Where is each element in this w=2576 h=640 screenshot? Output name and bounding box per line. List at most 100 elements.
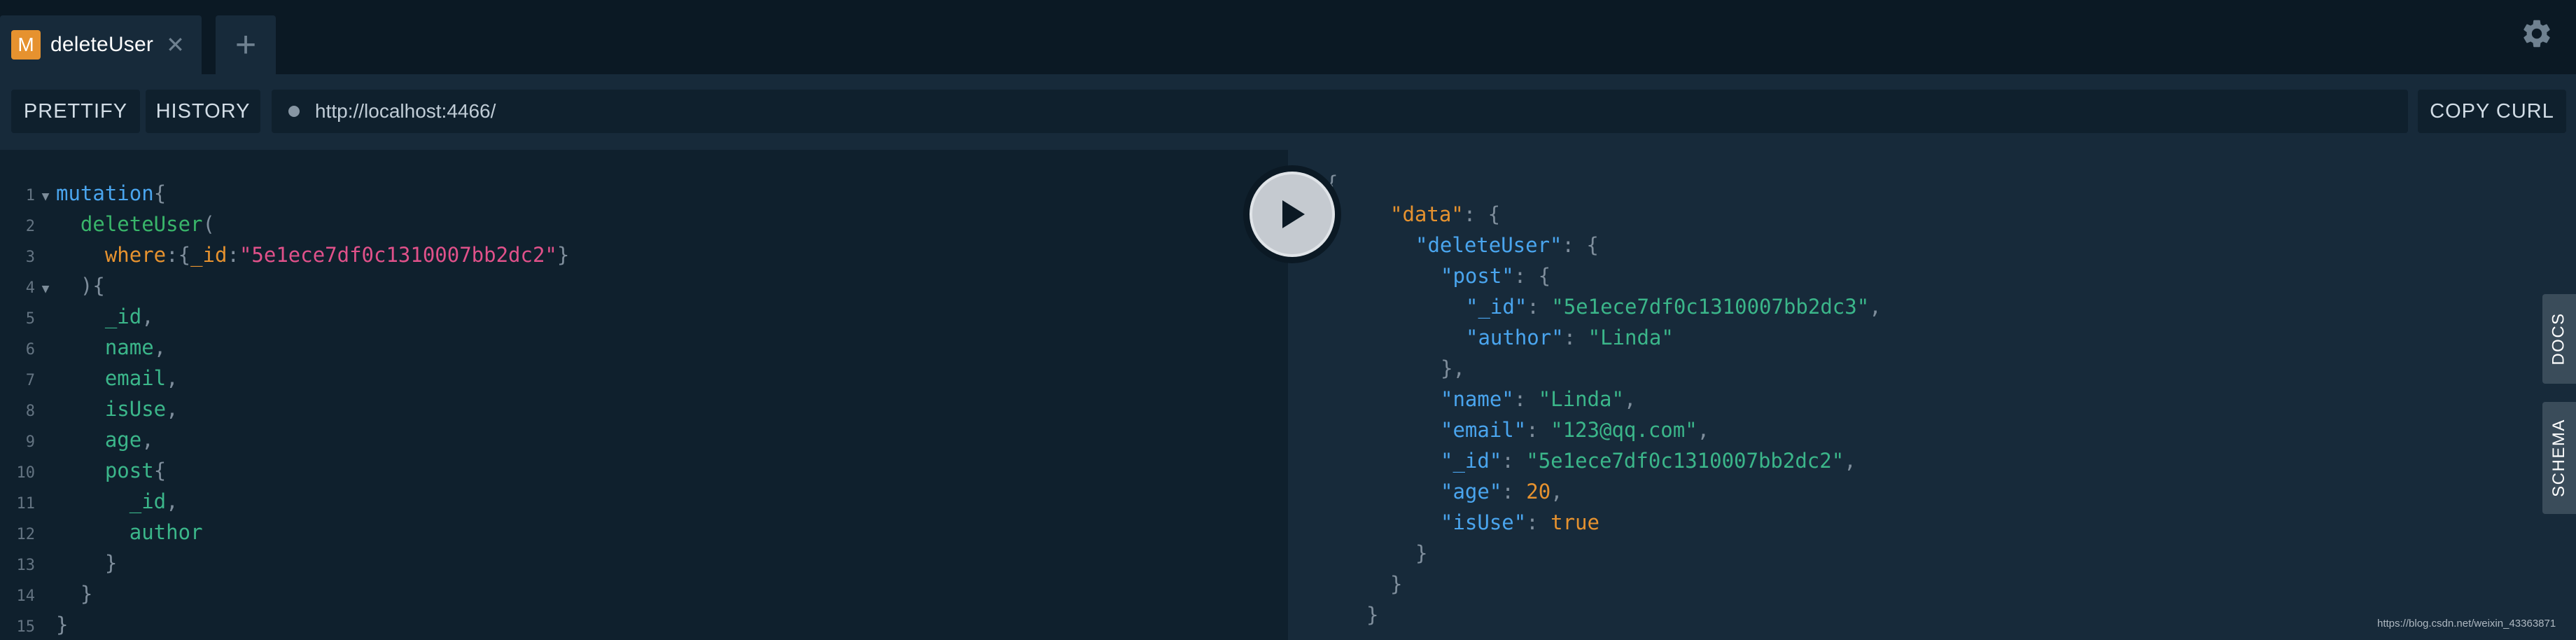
schema-tab[interactable]: SCHEMA xyxy=(2542,402,2576,514)
json-token: : xyxy=(1502,480,1527,503)
copy-curl-button[interactable]: COPY CURL xyxy=(2418,90,2566,133)
json-key: "name" xyxy=(1441,387,1514,411)
line-number: 2 xyxy=(25,218,35,235)
editor-code: 1 ▼ mutation{ 2 deleteUser( 3 where:{_id:"… xyxy=(0,178,570,640)
endpoint-url-input[interactable]: http://localhost:4466/ xyxy=(272,90,2408,133)
code-token: { xyxy=(153,459,167,482)
code-line: 1 ▼ mutation{ xyxy=(0,178,569,209)
json-key: "_id" xyxy=(1466,295,1527,319)
code-line: 2 deleteUser( xyxy=(0,209,569,239)
code-line: 12 author xyxy=(0,517,569,548)
code-token: deleteUser xyxy=(80,212,203,236)
result-line: "_id": "5e1ece7df0c1310007bb2dc2", xyxy=(1288,445,1856,476)
json-token: : xyxy=(1527,295,1552,319)
code-token: ( xyxy=(202,212,215,236)
code-token: , xyxy=(141,428,154,452)
code-token: author xyxy=(129,520,203,544)
code-line: 14 } xyxy=(0,578,569,609)
json-token: }, xyxy=(1441,356,1465,380)
line-number: 5 xyxy=(25,310,35,328)
code-token: _id xyxy=(190,243,227,267)
result-line: "name": "Linda", xyxy=(1288,384,1636,415)
json-token: } xyxy=(1415,541,1428,565)
code-line: 3 where:{_id:"5e1ece7df0c1310007bb2dc2"} xyxy=(0,239,570,270)
history-button[interactable]: HISTORY xyxy=(146,90,260,133)
settings-gear-icon[interactable] xyxy=(2520,17,2554,50)
prettify-button[interactable]: PRETTIFY xyxy=(11,90,140,133)
json-token: , xyxy=(1623,387,1637,411)
run-query-button[interactable] xyxy=(1250,172,1335,257)
code-token: } xyxy=(80,582,93,606)
json-token: : { xyxy=(1513,264,1551,288)
code-line: 15} xyxy=(0,609,569,640)
code-token: , xyxy=(153,335,167,359)
json-key: "author" xyxy=(1466,326,1564,349)
result-line: "post": { xyxy=(1288,260,1550,291)
json-key: "email" xyxy=(1441,418,1527,442)
json-value: "Linda" xyxy=(1588,326,1674,349)
result-panel[interactable]: ▼ { ▼ "data": { ▼ "deleteUser": { "post"… xyxy=(1288,150,2576,640)
result-line: "age": 20, xyxy=(1288,476,1563,507)
line-number: 11 xyxy=(16,495,36,513)
json-token: : { xyxy=(1562,233,1599,257)
line-number: 7 xyxy=(25,372,35,389)
tab-deleteuser[interactable]: M deleteUser ✕ xyxy=(0,15,202,74)
code-token: ){ xyxy=(80,274,105,298)
close-icon[interactable]: ✕ xyxy=(166,34,185,56)
json-key: "data" xyxy=(1390,202,1464,226)
line-number: 10 xyxy=(16,464,36,482)
json-token: : xyxy=(1526,510,1551,534)
code-token: where xyxy=(104,243,167,267)
code-token: name xyxy=(104,335,154,359)
result-line: "email": "123@qq.com", xyxy=(1288,415,1709,445)
code-token: post xyxy=(104,459,154,482)
code-token: , xyxy=(166,366,178,390)
json-key: "isUse" xyxy=(1441,510,1527,534)
code-line: 7 email, xyxy=(0,363,569,394)
code-token: , xyxy=(141,305,154,328)
status-dot-icon xyxy=(288,106,300,117)
line-number: 9 xyxy=(25,433,35,451)
code-token: _id xyxy=(104,305,142,328)
code-line: 8 isUse, xyxy=(0,394,569,424)
code-token: , xyxy=(166,397,178,421)
code-token: , xyxy=(166,489,178,513)
query-editor[interactable]: 1 ▼ mutation{ 2 deleteUser( 3 where:{_id:"… xyxy=(0,150,1288,640)
json-value: true xyxy=(1550,510,1600,534)
code-token: email xyxy=(104,366,167,390)
json-value: 20 xyxy=(1526,480,1551,503)
json-key: "_id" xyxy=(1441,449,1502,473)
line-number: 4 xyxy=(25,279,35,297)
tab-bar: M deleteUser ✕ + xyxy=(0,0,2576,74)
code-token: "5e1ece7df0c1310007bb2dc2" xyxy=(239,243,557,267)
code-line: 10 post{ xyxy=(0,455,569,486)
code-token: } xyxy=(56,613,69,636)
mutation-badge: M xyxy=(11,30,41,60)
code-token: :{ xyxy=(166,243,191,267)
json-key: "age" xyxy=(1441,480,1502,503)
docs-tab[interactable]: DOCS xyxy=(2542,294,2576,384)
result-line: } xyxy=(1288,599,1378,630)
line-number: 14 xyxy=(16,587,36,605)
line-number: 12 xyxy=(16,526,36,543)
plus-icon[interactable]: + xyxy=(216,15,276,74)
json-value: "5e1ece7df0c1310007bb2dc2" xyxy=(1526,449,1844,473)
json-token: : xyxy=(1513,387,1539,411)
fold-arrow-icon[interactable]: ▼ xyxy=(35,181,56,212)
fold-arrow-icon[interactable]: ▼ xyxy=(35,274,56,305)
code-line: 5 _id, xyxy=(0,301,569,332)
json-value: "Linda" xyxy=(1538,387,1624,411)
code-line: 13 } xyxy=(0,548,569,578)
code-line: 6 name, xyxy=(0,332,569,363)
code-token: } xyxy=(104,551,118,575)
code-line: 9 age, xyxy=(0,424,569,455)
line-number: 1 xyxy=(25,187,35,204)
endpoint-url-text: http://localhost:4466/ xyxy=(315,100,496,122)
json-token: : xyxy=(1563,326,1588,349)
code-token: isUse xyxy=(104,397,167,421)
json-key: "deleteUser" xyxy=(1415,233,1562,257)
toolbar: PRETTIFY HISTORY http://localhost:4466/ … xyxy=(0,74,2576,150)
line-number: 15 xyxy=(16,618,36,636)
json-key: "post" xyxy=(1441,264,1514,288)
line-number: 6 xyxy=(25,341,35,359)
